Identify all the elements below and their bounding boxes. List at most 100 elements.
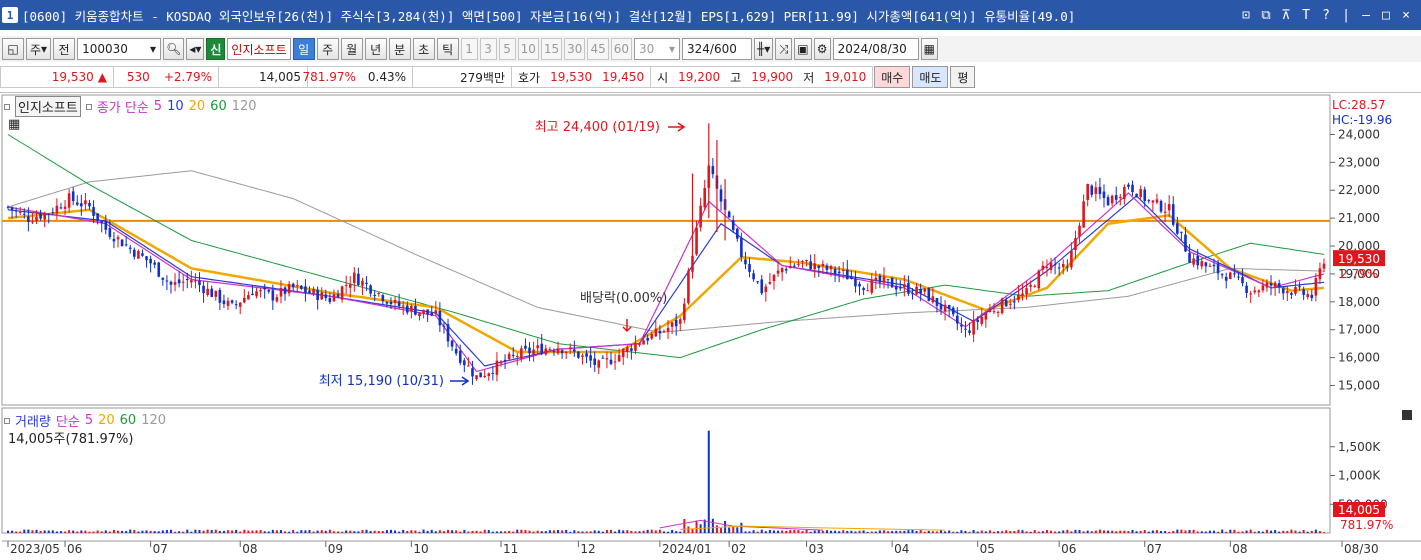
chevron-down-icon[interactable]: ▾ bbox=[150, 42, 156, 56]
chart-area[interactable]: 24,000 23,000 22,000 21,000 20,000 19,000 18,0… bbox=[0, 92, 1421, 560]
separator: | bbox=[1342, 7, 1350, 23]
sell-button[interactable]: 매도 bbox=[912, 66, 949, 88]
restore-layout-icon[interactable]: ⧉ bbox=[1259, 8, 1273, 23]
close-button[interactable]: × bbox=[1399, 8, 1413, 23]
draw-tool-icon[interactable]: ⤨ bbox=[775, 38, 793, 60]
volume-bar bbox=[1062, 530, 1065, 533]
volume-bar bbox=[1245, 530, 1248, 533]
candle-body bbox=[756, 281, 759, 283]
candle-body bbox=[674, 319, 678, 327]
volume-bar bbox=[1298, 531, 1301, 533]
period-day[interactable]: 일 bbox=[292, 38, 315, 60]
interval-select-value: 30 bbox=[639, 42, 655, 56]
ma5-line bbox=[7, 192, 1325, 373]
candle-body bbox=[308, 290, 311, 293]
interval-select[interactable]: 30 ▾ bbox=[634, 38, 681, 60]
volume-bar bbox=[976, 531, 979, 533]
volume-bar bbox=[870, 531, 873, 533]
interval-3[interactable]: 3 bbox=[479, 38, 497, 60]
candle-body bbox=[483, 375, 486, 377]
volume-bar bbox=[520, 529, 523, 533]
minimize-button[interactable]: — bbox=[1359, 8, 1373, 23]
period-year[interactable]: 년 bbox=[364, 38, 387, 60]
chevron-down-icon[interactable]: ▾ bbox=[669, 42, 675, 56]
candle-body bbox=[601, 357, 605, 359]
candle-body bbox=[996, 311, 1000, 313]
candle-body bbox=[418, 312, 421, 317]
period-select[interactable]: 주 ▾ bbox=[26, 38, 52, 60]
candle-body bbox=[613, 361, 617, 363]
grid-icon[interactable]: ▦ bbox=[8, 117, 20, 132]
candle-body bbox=[1298, 286, 1301, 288]
save-icon[interactable]: ▣ bbox=[794, 38, 812, 60]
price-volume-chart[interactable]: 24,00023,00022,00021,00020,00019,00018,0… bbox=[0, 93, 1421, 560]
open-value: 19,200 bbox=[678, 70, 721, 84]
candle-body bbox=[1155, 199, 1159, 203]
price-tick-label: 21,000 bbox=[1338, 211, 1380, 225]
candle-body bbox=[133, 249, 136, 257]
maximize-button[interactable]: □ bbox=[1379, 8, 1393, 23]
interval-45[interactable]: 45 bbox=[587, 38, 609, 60]
gear-icon[interactable]: ⚙ bbox=[813, 38, 831, 60]
interval-5[interactable]: 5 bbox=[498, 38, 516, 60]
volume-bars bbox=[7, 430, 1325, 533]
count-input[interactable]: 324/600 bbox=[682, 38, 753, 60]
candle-body bbox=[291, 283, 295, 288]
candle-body bbox=[1322, 263, 1326, 269]
help-icon[interactable]: ? bbox=[1319, 8, 1333, 23]
period-second[interactable]: 초 bbox=[412, 38, 435, 60]
candle-body bbox=[1180, 231, 1183, 233]
layout-icon[interactable]: ◱ bbox=[2, 38, 24, 60]
candle-type-icon[interactable]: ╫▾ bbox=[754, 38, 774, 60]
pin-icon[interactable]: ⊼ bbox=[1279, 8, 1293, 23]
period-month[interactable]: 월 bbox=[340, 38, 363, 60]
candle-body bbox=[316, 289, 319, 301]
interval-1[interactable]: 1 bbox=[460, 38, 478, 60]
period-minute[interactable]: 분 bbox=[388, 38, 411, 60]
interval-10[interactable]: 10 bbox=[517, 38, 539, 60]
volume-bar bbox=[992, 531, 995, 533]
calendar-icon[interactable]: ▦ bbox=[920, 38, 938, 60]
legend-ma60: 60 bbox=[210, 99, 227, 114]
volume-bar bbox=[585, 531, 588, 533]
candle-body bbox=[1237, 276, 1240, 278]
average-button[interactable]: 평 bbox=[950, 66, 976, 88]
ask-value: 19,530 bbox=[550, 70, 593, 84]
candle-body bbox=[605, 358, 609, 360]
volume-bar bbox=[316, 530, 319, 533]
candle-body bbox=[524, 345, 527, 349]
search-icon[interactable]: 🔍︎ bbox=[163, 38, 185, 60]
candle-body bbox=[6, 206, 10, 208]
all-button[interactable]: 전 bbox=[53, 38, 76, 60]
candle-body bbox=[381, 295, 385, 302]
stock-code-input[interactable]: 100030 ▾ bbox=[77, 38, 162, 60]
buy-button[interactable]: 매수 bbox=[874, 66, 911, 88]
volume-bar bbox=[402, 529, 405, 533]
interval-15[interactable]: 15 bbox=[540, 38, 563, 60]
period-tick[interactable]: 틱 bbox=[436, 38, 459, 60]
volume-bar bbox=[483, 529, 486, 533]
candle-body bbox=[369, 285, 372, 294]
date-input[interactable]: 2024/08/30 bbox=[832, 38, 919, 60]
price-tick-label: 24,000 bbox=[1338, 127, 1380, 141]
volume-bar bbox=[1005, 530, 1008, 533]
period-week[interactable]: 주 bbox=[316, 38, 339, 60]
candle-body bbox=[894, 285, 898, 290]
speaker-icon[interactable]: ◂▾ bbox=[186, 38, 205, 60]
interval-30[interactable]: 30 bbox=[564, 38, 586, 60]
candle-body bbox=[548, 349, 552, 351]
credit-badge[interactable]: 신 bbox=[206, 38, 226, 60]
volume-bar bbox=[218, 530, 221, 533]
volume-bar bbox=[544, 531, 547, 533]
volume-bar bbox=[1221, 529, 1224, 533]
volume-bar bbox=[882, 530, 885, 533]
volume-bar bbox=[597, 530, 600, 533]
candle-body bbox=[1192, 258, 1195, 265]
candle-body bbox=[764, 286, 768, 293]
volume-bar bbox=[1017, 529, 1020, 533]
interval-60[interactable]: 60 bbox=[610, 38, 633, 60]
link-icon[interactable]: ⊡ bbox=[1239, 8, 1253, 23]
volume-bar bbox=[284, 531, 287, 533]
text-icon[interactable]: T bbox=[1299, 8, 1313, 23]
volume-bar bbox=[499, 531, 502, 533]
